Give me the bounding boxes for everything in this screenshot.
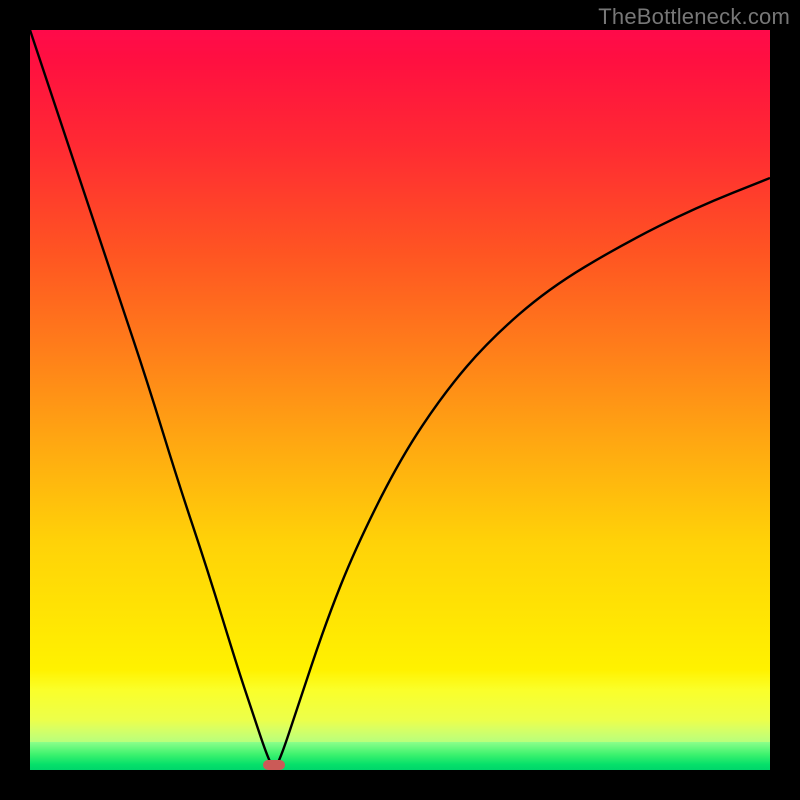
plot-area: [30, 30, 770, 770]
watermark-text: TheBottleneck.com: [598, 4, 790, 30]
bottleneck-curve-path: [30, 30, 770, 766]
chart-frame: TheBottleneck.com: [0, 0, 800, 800]
vertex-marker: [263, 760, 285, 770]
curve-layer: [30, 30, 770, 770]
